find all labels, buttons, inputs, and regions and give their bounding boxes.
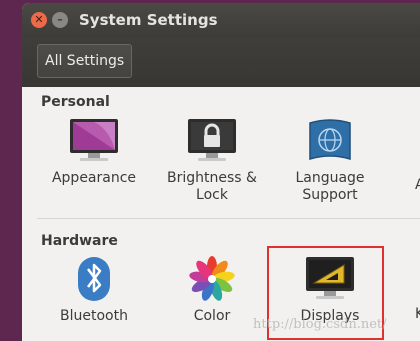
settings-item-color[interactable]: Color [162, 255, 262, 325]
partial-item-label: A [415, 177, 420, 193]
all-settings-button[interactable]: All Settings [37, 44, 133, 78]
close-button[interactable]: ✕ [31, 12, 47, 28]
section-title-hardware: Hardware [41, 233, 118, 249]
settings-item-label: Appearance [51, 170, 137, 186]
settings-item-appearance[interactable]: Appearance [44, 117, 144, 187]
minimize-button[interactable]: – [52, 12, 68, 28]
appearance-icon [64, 117, 124, 165]
watermark-text: http://blog.csdn.net/ [253, 317, 387, 332]
settings-item-label-line2: Support [302, 187, 358, 203]
brightness-lock-icon [182, 117, 242, 165]
settings-item-language-support[interactable]: Language Support [280, 117, 380, 204]
settings-item-bluetooth[interactable]: Bluetooth [44, 255, 144, 325]
titlebar: ✕ – System Settings [22, 3, 420, 37]
section-title-personal: Personal [41, 94, 110, 110]
settings-item-label-line2: Lock [196, 187, 228, 203]
settings-item-label: Bluetooth [60, 308, 128, 324]
system-settings-window: ✕ – System Settings All Settings Persona… [22, 3, 420, 341]
settings-item-label-line1: Language [295, 170, 365, 186]
language-support-icon [300, 117, 360, 165]
settings-item-brightness-lock[interactable]: Brightness & Lock [162, 117, 262, 204]
color-icon [182, 255, 242, 303]
bluetooth-icon [64, 255, 124, 303]
partial-item-label: K [415, 306, 420, 322]
section-divider [37, 218, 420, 219]
settings-item-label: Color [193, 308, 231, 324]
window-title: System Settings [79, 11, 218, 29]
settings-item-label-line1: Brightness & [167, 170, 257, 186]
toolbar: All Settings [22, 37, 420, 87]
